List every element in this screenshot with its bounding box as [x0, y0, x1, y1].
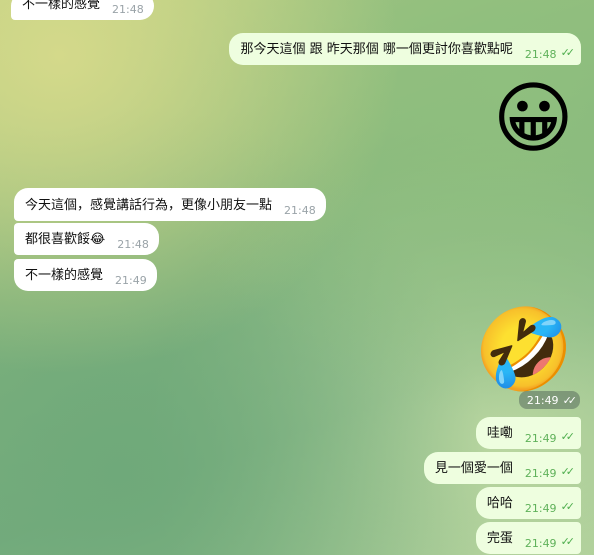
- message-time: 21:48: [117, 238, 149, 251]
- message-text: 那今天這個 跟 昨天那個 哪一個更討你喜歡點呢: [240, 42, 513, 57]
- message-outgoing[interactable]: 見一個愛一個 21:49 ✓✓: [423, 452, 581, 484]
- message-outgoing[interactable]: 哇嘞 21:49 ✓✓: [475, 417, 581, 449]
- message-text: 今天這個，感覺講話行為，更像小朋友一點: [25, 198, 273, 213]
- double-check-icon: ✓✓: [560, 500, 576, 513]
- chat-view: 不一樣的感覺 21:48 那今天這個 跟 昨天那個 哪一個更討你喜歡點呢 21:…: [0, 0, 594, 555]
- message-time: 21:49: [524, 467, 557, 480]
- double-check-icon: ✓✓: [560, 430, 576, 443]
- message-incoming[interactable]: 不一樣的感覺 21:48: [11, 0, 154, 20]
- message-incoming[interactable]: 不一樣的感覺 21:49: [14, 259, 157, 291]
- emoji-message[interactable]: 🤣: [474, 310, 574, 390]
- double-check-icon: ✓✓: [562, 393, 578, 407]
- message-text: 不一樣的感覺: [25, 268, 104, 283]
- emoji-message[interactable]: 😀: [493, 80, 574, 158]
- message-text: 哇嘞: [486, 426, 513, 441]
- message-text: 見一個愛一個: [434, 461, 513, 476]
- message-meta: 21:49 ✓✓: [518, 391, 580, 409]
- double-check-icon: ✓✓: [560, 535, 576, 548]
- message-time: 21:48: [112, 3, 144, 16]
- message-incoming[interactable]: 今天這個，感覺講話行為，更像小朋友一點 21:48: [14, 188, 326, 221]
- double-check-icon: ✓✓: [560, 46, 576, 59]
- message-text: 都很喜歡餒😂: [25, 232, 106, 247]
- message-incoming[interactable]: 都很喜歡餒😂 21:48: [14, 223, 159, 255]
- message-text: 完蛋: [486, 531, 513, 546]
- double-check-icon: ✓✓: [560, 465, 576, 478]
- message-text: 不一樣的感覺: [22, 0, 101, 12]
- message-time: 21:49: [526, 393, 559, 407]
- message-time: 21:48: [524, 48, 557, 61]
- message-outgoing[interactable]: 哈哈 21:49 ✓✓: [475, 487, 581, 519]
- message-time: 21:49: [115, 274, 147, 287]
- message-time: 21:48: [284, 204, 316, 217]
- message-outgoing[interactable]: 那今天這個 跟 昨天那個 哪一個更討你喜歡點呢 21:48 ✓✓: [229, 33, 581, 65]
- message-time: 21:49: [524, 537, 557, 550]
- message-time: 21:49: [524, 502, 557, 515]
- message-outgoing[interactable]: 完蛋 21:49 ✓✓: [475, 522, 581, 554]
- message-time: 21:49: [524, 432, 557, 445]
- message-text: 哈哈: [486, 496, 513, 511]
